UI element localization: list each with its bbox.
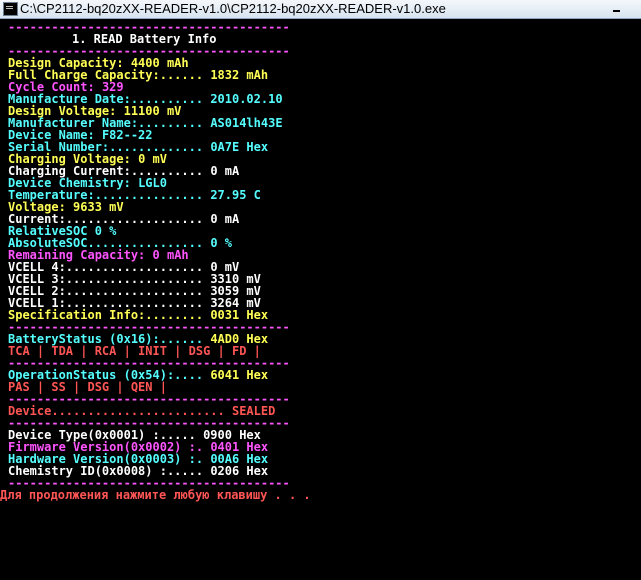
- console-output: --------------------------------------- 1…: [0, 19, 641, 580]
- operation-status-value: 6041 Hex: [210, 368, 269, 382]
- field-value: 0 mA: [210, 212, 240, 226]
- field-value: 0 mA: [210, 164, 240, 178]
- window-title: C:\CP2112-bq20zXX-READER-v1.0\CP2112-bq2…: [20, 1, 446, 16]
- console-window: C:\CP2112-bq20zXX-READER-v1.0\CP2112-bq2…: [0, 0, 641, 580]
- field-value: AS014lh43E: [210, 116, 283, 130]
- minimize-icon[interactable]: [611, 2, 623, 14]
- field-value: 1832 mAh: [210, 68, 269, 82]
- continue-prompt-text: Для продолжения нажмите любую клавишу . …: [0, 488, 311, 502]
- field-value: 27.95 C: [210, 188, 261, 202]
- field-value: 0A7E Hex: [210, 140, 269, 154]
- continue-prompt: Для продолжения нажмите любую клавишу . …: [0, 489, 311, 501]
- field-value: 2010.02.10: [210, 92, 283, 106]
- console-app-icon: [3, 2, 18, 16]
- field-value: 0 %: [210, 236, 232, 250]
- title-bar[interactable]: C:\CP2112-bq20zXX-READER-v1.0\CP2112-bq2…: [0, 0, 641, 19]
